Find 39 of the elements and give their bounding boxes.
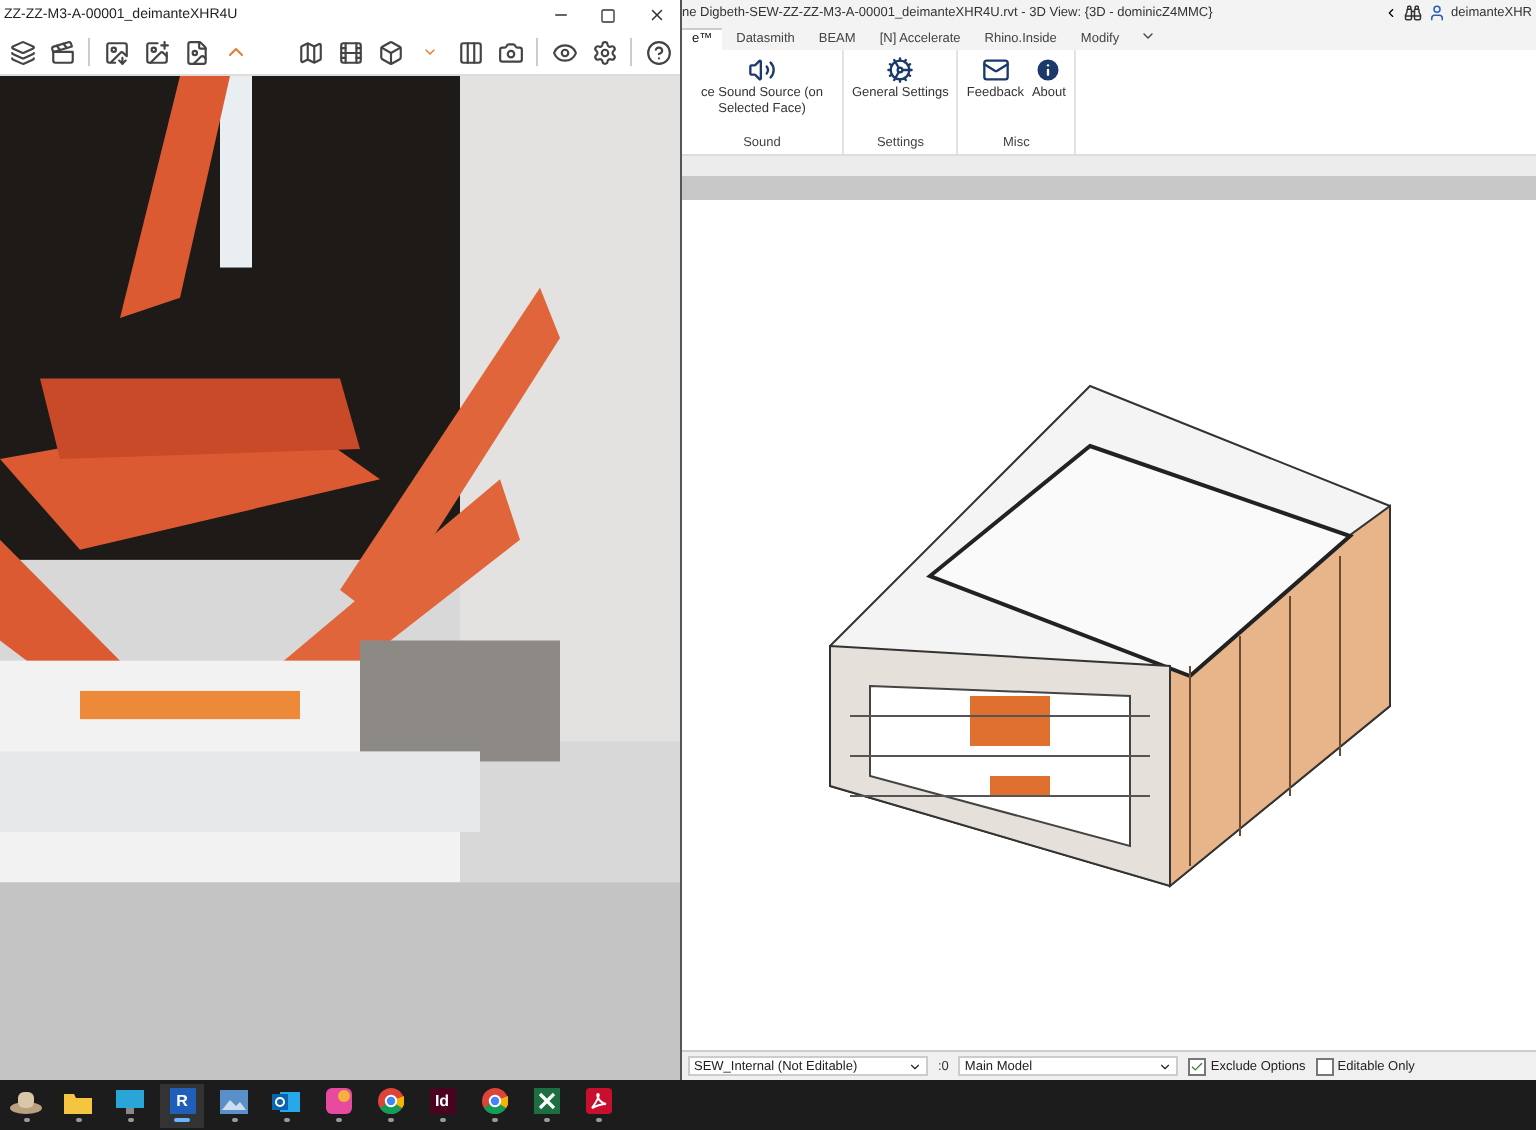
map-icon[interactable]	[296, 38, 324, 66]
browser-icon	[481, 1088, 507, 1114]
photo-icon	[220, 1089, 248, 1113]
pdf-icon	[585, 1088, 611, 1114]
image-add-icon[interactable]	[142, 38, 170, 66]
checkbox[interactable]	[1188, 1057, 1207, 1075]
checkbox[interactable]	[1315, 1057, 1334, 1075]
taskbar-app-button[interactable]: Id	[420, 1083, 464, 1127]
binoculars-icon[interactable]	[1403, 3, 1422, 21]
caret-icon	[1158, 1059, 1173, 1073]
settings-icon[interactable]	[590, 38, 618, 66]
caret-icon	[908, 1059, 922, 1073]
gear-icon	[886, 56, 915, 84]
spreadsheet-icon	[533, 1088, 559, 1114]
close-icon[interactable]	[647, 6, 665, 24]
image-export-icon[interactable]	[102, 38, 130, 66]
eye-icon[interactable]	[550, 38, 578, 66]
app-icon: Id	[429, 1088, 455, 1114]
gallery-icon	[325, 1088, 351, 1114]
image-file-icon[interactable]	[182, 38, 210, 66]
user-icon	[1427, 3, 1446, 21]
monitor-icon	[116, 1089, 144, 1113]
info-icon	[1034, 56, 1063, 84]
maximize-icon[interactable]	[600, 7, 616, 23]
layers-icon[interactable]	[8, 38, 36, 66]
taskbar-app-button[interactable]: R	[160, 1083, 204, 1127]
film-icon[interactable]	[336, 38, 364, 66]
speaker-icon	[748, 56, 776, 84]
browser-icon	[377, 1088, 403, 1114]
help-icon[interactable]	[644, 38, 672, 66]
folder-icon	[64, 1089, 92, 1113]
cube-icon[interactable]	[376, 38, 404, 66]
columns-icon[interactable]	[456, 38, 484, 66]
clapperboard-icon[interactable]	[48, 38, 76, 66]
mail-app-icon	[272, 1089, 300, 1113]
app-icon: R	[169, 1088, 195, 1114]
caret-icon[interactable]	[1383, 5, 1398, 19]
envelope-icon	[981, 56, 1010, 84]
camera-icon[interactable]	[496, 38, 524, 66]
